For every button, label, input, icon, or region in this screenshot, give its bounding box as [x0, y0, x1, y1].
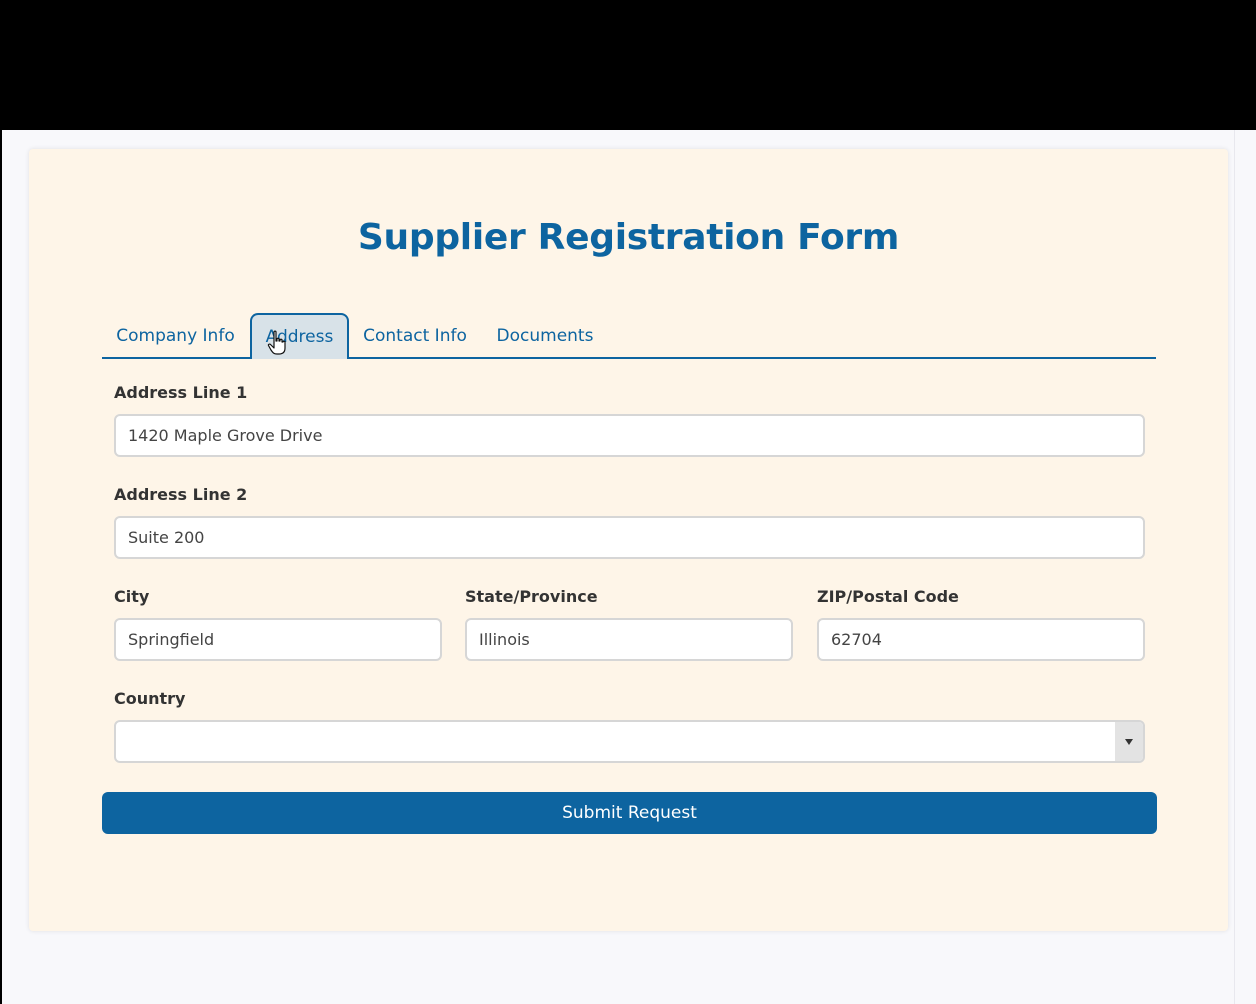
country-select[interactable]: [114, 720, 1145, 763]
city-label: City: [114, 587, 150, 606]
tab-address[interactable]: Address: [250, 313, 349, 359]
tab-company-info[interactable]: Company Info: [102, 313, 249, 359]
state-label: State/Province: [465, 587, 598, 606]
state-input[interactable]: Illinois: [465, 618, 793, 661]
registration-card: Supplier Registration Form Company Info …: [29, 149, 1228, 931]
window-edge: [1234, 130, 1256, 1004]
city-input[interactable]: Springfield: [114, 618, 442, 661]
page-viewport: Supplier Registration Form Company Info …: [2, 130, 1234, 1004]
tab-contact-info[interactable]: Contact Info: [350, 313, 480, 359]
select-arrow-button[interactable]: [1115, 722, 1143, 761]
submit-request-button[interactable]: Submit Request: [102, 792, 1157, 834]
zip-label: ZIP/Postal Code: [817, 587, 959, 606]
form-title: Supplier Registration Form: [357, 217, 900, 258]
tab-documents[interactable]: Documents: [480, 313, 610, 359]
tab-bar: Company Info Address Contact Info Docume…: [102, 313, 1156, 359]
caret-down-icon: [1125, 738, 1133, 745]
country-label: Country: [114, 689, 186, 708]
address-line-1-input[interactable]: 1420 Maple Grove Drive: [114, 414, 1145, 457]
address-line-2-input[interactable]: Suite 200: [114, 516, 1145, 559]
address-line-2-label: Address Line 2: [114, 485, 248, 504]
hand-pointer-icon: [267, 330, 286, 355]
address-line-1-label: Address Line 1: [114, 383, 248, 402]
zip-input[interactable]: 62704: [817, 618, 1145, 661]
